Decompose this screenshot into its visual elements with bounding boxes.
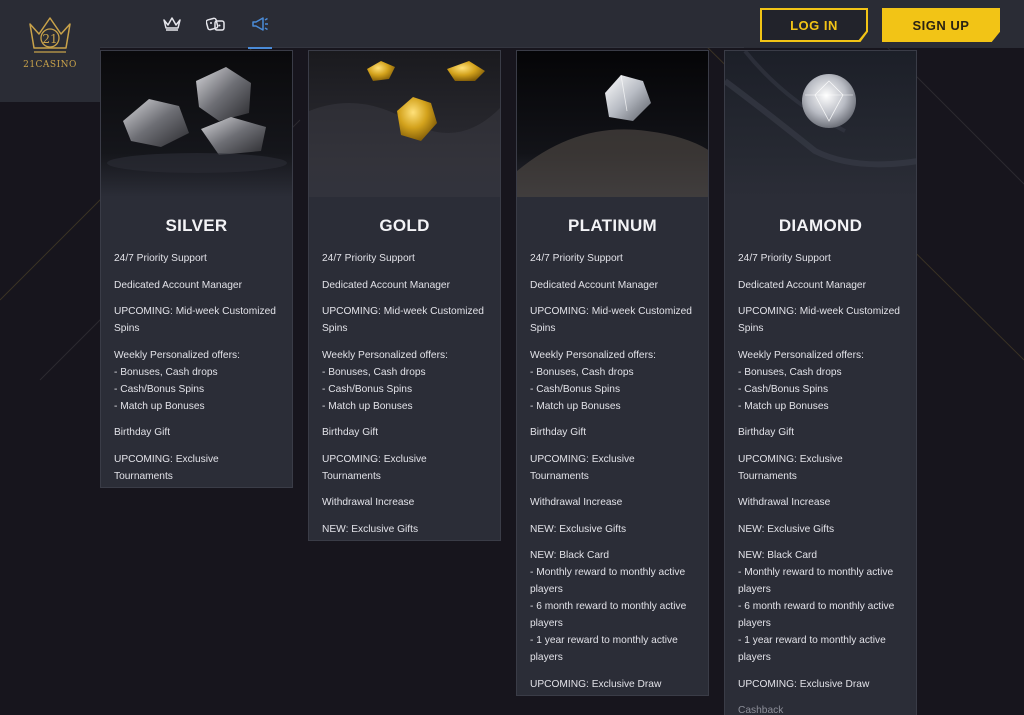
benefits-list: 24/7 Priority Support Dedicated Account …: [517, 250, 708, 693]
benefit-item: Weekly Personalized offers: - Bonuses, C…: [530, 349, 656, 412]
benefit-item: 24/7 Priority Support: [530, 253, 623, 264]
diamond-image: [725, 51, 916, 197]
benefit-item: NEW: Exclusive Gifts: [322, 523, 419, 535]
benefit-item: Dedicated Account Manager: [114, 279, 242, 291]
tier-card-diamond: DIAMOND 24/7 Priority Support Dedicated …: [724, 50, 917, 715]
benefit-item: UPCOMING: Exclusive Tournaments: [738, 453, 843, 482]
benefit-item: Withdrawal Increase: [322, 497, 415, 508]
main-nav: [160, 12, 272, 49]
benefit-item: UPCOMING: Mid-week Customized Spins: [738, 306, 900, 334]
benefits-list: 24/7 Priority Support Dedicated Account …: [725, 250, 916, 715]
benefit-item: Dedicated Account Manager: [322, 279, 450, 291]
benefits-list: 24/7 Priority Support Dedicated Account …: [101, 250, 292, 485]
benefit-item: UPCOMING: Exclusive Tournaments: [322, 453, 427, 482]
benefit-item: Withdrawal Increase: [738, 497, 831, 508]
benefit-item: NEW: Black Card - Monthly reward to mont…: [738, 550, 895, 663]
benefit-item: Birthday Gift: [322, 427, 379, 438]
benefit-item: Weekly Personalized offers: - Bonuses, C…: [322, 349, 448, 412]
benefit-item: NEW: Exclusive Gifts: [530, 523, 627, 535]
benefit-item: UPCOMING: Mid-week Customized Spins: [530, 306, 692, 334]
silver-ore-image: [101, 51, 292, 197]
tier-card-platinum: PLATINUM 24/7 Priority Support Dedicated…: [516, 50, 709, 696]
crown-logo-icon: 21: [29, 17, 71, 53]
megaphone-icon[interactable]: [248, 12, 272, 49]
platinum-crystal-image: [517, 51, 708, 197]
crown-icon[interactable]: [160, 12, 184, 36]
benefit-item: Weekly Personalized offers: - Bonuses, C…: [114, 349, 240, 412]
tier-card-gold: GOLD 24/7 Priority Support Dedicated Acc…: [308, 50, 501, 541]
benefit-item: UPCOMING: Exclusive Draw: [738, 678, 870, 690]
tier-title: DIAMOND: [778, 216, 863, 235]
benefit-item: NEW: Exclusive Gifts: [738, 523, 835, 535]
benefit-item: UPCOMING: Exclusive Draw: [530, 678, 662, 690]
benefit-item: UPCOMING: Exclusive Tournaments: [114, 453, 219, 482]
benefits-list: 24/7 Priority Support Dedicated Account …: [309, 250, 500, 538]
brand-name: 21CASINO: [23, 60, 77, 70]
benefit-item: 24/7 Priority Support: [322, 253, 415, 264]
benefit-item: Birthday Gift: [114, 427, 171, 438]
benefit-item: UPCOMING: Exclusive Tournaments: [530, 453, 635, 482]
svg-text:21: 21: [42, 32, 57, 46]
benefit-item: Weekly Personalized offers: - Bonuses, C…: [738, 349, 864, 412]
benefit-item: UPCOMING: Mid-week Customized Spins: [114, 306, 276, 334]
login-button[interactable]: LOG IN: [760, 8, 868, 42]
benefit-item: Dedicated Account Manager: [738, 279, 866, 291]
benefit-item: Cashback: [738, 705, 784, 715]
tier-title: PLATINUM: [568, 216, 657, 235]
login-button-label: LOG IN: [762, 10, 866, 40]
benefit-item: Dedicated Account Manager: [530, 279, 658, 291]
brand-logo[interactable]: 21 21CASINO: [0, 0, 100, 102]
benefit-item: Birthday Gift: [738, 427, 795, 438]
top-header: LOG IN SIGN UP: [0, 0, 1024, 49]
benefit-item: 24/7 Priority Support: [114, 253, 207, 264]
gold-nugget-image: [309, 51, 500, 197]
tier-title: SILVER: [165, 216, 228, 235]
benefit-item: NEW: Black Card - Monthly reward to mont…: [530, 550, 687, 663]
benefit-item: UPCOMING: Mid-week Customized Spins: [322, 306, 484, 334]
tier-card-silver: SILVER 24/7 Priority Support Dedicated A…: [100, 50, 293, 488]
tier-title: GOLD: [379, 216, 430, 235]
benefit-item: Withdrawal Increase: [530, 497, 623, 508]
benefit-item: 24/7 Priority Support: [738, 253, 831, 264]
dice-icon[interactable]: [204, 12, 228, 36]
signup-button[interactable]: SIGN UP: [882, 8, 1000, 42]
benefit-item: Birthday Gift: [530, 427, 587, 438]
